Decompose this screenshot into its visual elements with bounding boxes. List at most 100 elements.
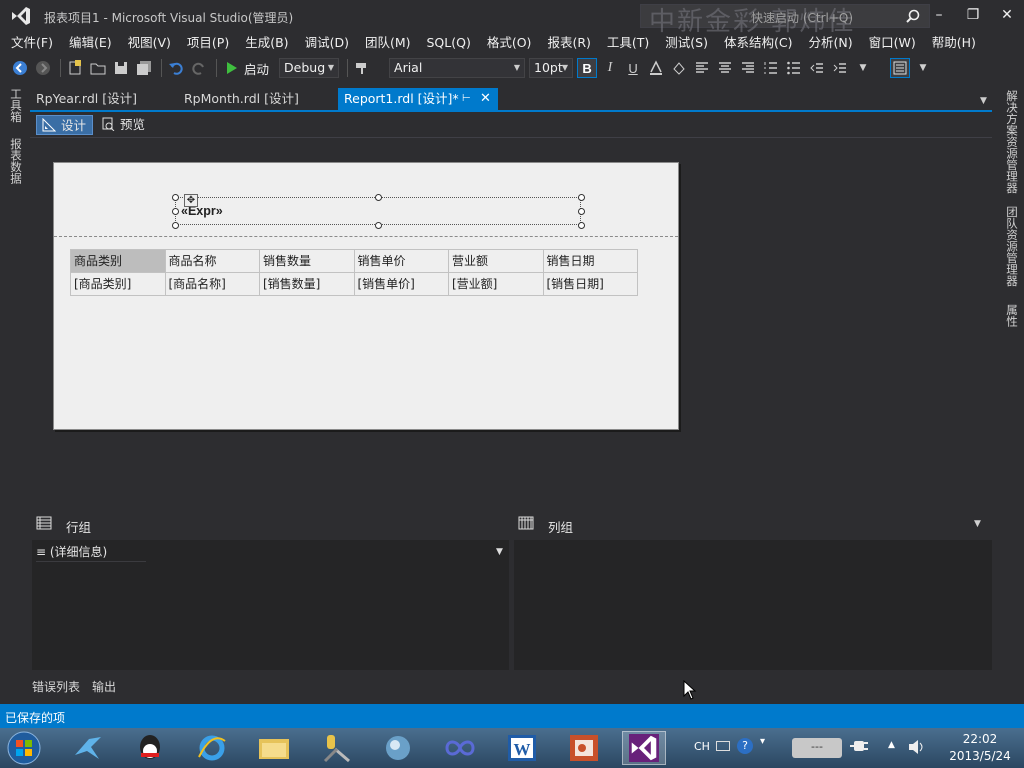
redo-icon[interactable] [189,58,209,78]
tab-report1[interactable]: Report1.rdl [设计]* ⊢ ✕ [338,88,498,110]
keyboard-icon[interactable] [716,741,730,751]
new-project-icon[interactable] [65,58,85,78]
menu-item[interactable]: 测试(S) [660,33,713,53]
format-painter-icon[interactable] [352,58,372,78]
table-field-cell[interactable]: [商品类别] [70,272,166,296]
solution-explorer-tab[interactable]: 解决方案资源管理器 [1004,90,1020,194]
start-button-icon[interactable] [2,731,46,765]
tab-rpmonth[interactable]: RpMonth.rdl [设计] [178,88,305,110]
menu-item[interactable]: 视图(V) [123,33,176,53]
menu-item[interactable]: 团队(M) [360,33,416,53]
toolbar-overflow-icon[interactable]: ▼ [853,58,873,78]
start-label[interactable]: 启动 [244,59,269,78]
input-language-indicator[interactable]: CH [694,740,710,753]
resize-handle[interactable] [578,208,585,215]
forward-icon[interactable] [33,58,53,78]
open-file-icon[interactable] [88,58,108,78]
solution-config-select[interactable]: Debug ▼ [279,58,340,78]
resize-handle[interactable] [578,194,585,201]
quick-launch-input[interactable]: 中新金彩 郭炜佳 快速启动 (Ctrl+Q) [640,4,930,37]
infinity-app-icon[interactable] [438,731,482,765]
table-header-cell[interactable]: 销售单价 [353,249,449,273]
menu-item[interactable]: 体系结构(C) [719,33,797,53]
menu-item[interactable]: SQL(Q) [422,33,476,53]
table-header-cell[interactable]: 销售数量 [259,249,355,273]
back-icon[interactable] [10,58,30,78]
output-tab[interactable]: 输出 [92,678,116,695]
font-name-select[interactable]: Arial ▼ [389,58,526,78]
header-textbox[interactable]: «Expr» ✥ [172,194,585,229]
media-center-icon[interactable] [376,731,420,765]
menu-item[interactable]: 工具(T) [602,33,654,53]
search-icon[interactable] [906,9,920,23]
table-header-cell[interactable]: 销售日期 [542,249,638,273]
restore-button[interactable]: ❐ [962,5,984,25]
table-header-cell[interactable]: 营业额 [448,249,544,273]
bold-button[interactable]: B [577,58,598,78]
decrease-indent-icon[interactable] [807,58,827,78]
table-header-cell[interactable]: 商品类别 [70,249,166,273]
properties-tab[interactable]: 属性 [1004,304,1020,327]
save-icon[interactable] [111,58,131,78]
bird-app-icon[interactable] [66,731,110,765]
italic-button[interactable]: I [600,58,620,78]
resize-handle[interactable] [172,208,179,215]
table-header-cell[interactable]: 商品名称 [164,249,260,273]
pin-icon[interactable]: ⊢ [462,88,471,110]
menu-item[interactable]: 生成(B) [240,33,293,53]
background-color-icon[interactable] [669,58,689,78]
resize-handle[interactable] [172,194,179,201]
table-field-cell[interactable]: [销售数量] [259,272,355,296]
start-debug-icon[interactable] [221,58,241,78]
save-all-icon[interactable] [134,58,154,78]
tray-options-icon[interactable]: ▾ [760,736,765,747]
volume-icon[interactable] [908,739,926,755]
resize-handle[interactable] [172,222,179,229]
chevron-down-icon[interactable]: ▼ [974,519,981,529]
menu-item[interactable]: 窗口(W) [864,33,921,53]
tab-rpyear[interactable]: RpYear.rdl [设计] [30,88,143,110]
tray-app-widget[interactable]: --- [792,738,842,758]
qq-icon[interactable] [128,731,172,765]
table-field-cell[interactable]: [销售日期] [542,272,638,296]
underline-button[interactable]: U [623,58,643,78]
menu-item[interactable]: 报表(R) [542,33,595,53]
table-field-cell[interactable]: [营业额] [448,272,544,296]
word-icon[interactable]: W [500,731,544,765]
numbered-list-icon[interactable] [761,58,781,78]
resize-handle[interactable] [578,222,585,229]
close-icon[interactable]: ✕ [480,88,491,110]
menu-item[interactable]: 项目(P) [182,33,234,53]
power-plug-icon[interactable] [850,739,868,753]
report-data-tab[interactable]: 报表数据 [8,138,24,184]
report-canvas[interactable]: «Expr» ✥ 商品类别 商品名称 销售数量 销售单价 营业额 销售日期 [商… [53,162,679,430]
font-size-select[interactable]: 10pt ▼ [529,58,574,78]
show-hidden-icons-icon[interactable]: ▲ [888,740,895,750]
align-center-icon[interactable] [715,58,735,78]
menu-item[interactable]: 编辑(E) [64,33,117,53]
resize-handle[interactable] [375,222,382,229]
undo-icon[interactable] [166,58,186,78]
chevron-down-icon[interactable]: ▼ [980,96,987,106]
menu-item[interactable]: 格式(O) [482,33,537,53]
file-explorer-icon[interactable] [252,731,296,765]
bullet-list-icon[interactable] [784,58,804,78]
minimize-button[interactable]: – [928,5,950,25]
sql-server-tools-icon[interactable] [314,731,358,765]
report-tablix[interactable]: 商品类别 商品名称 销售数量 销售单价 营业额 销售日期 [商品类别] [商品名… [70,249,638,296]
move-handle-icon[interactable]: ✥ [184,194,198,207]
close-window-button[interactable]: ✕ [996,5,1018,25]
menu-item[interactable]: 帮助(H) [927,33,981,53]
table-field-cell[interactable]: [销售单价] [353,272,449,296]
menu-item[interactable]: 文件(F) [6,33,58,53]
chevron-down-icon[interactable]: ▼ [496,547,503,557]
design-view-button[interactable]: 设计 [36,115,94,135]
powerpoint-icon[interactable] [562,731,606,765]
system-clock[interactable]: 22:02 2013/5/24 [945,731,1015,765]
align-left-icon[interactable] [692,58,712,78]
preview-button[interactable]: 预览 [96,115,151,135]
increase-indent-icon[interactable] [830,58,850,78]
internet-explorer-icon[interactable] [190,731,234,765]
resize-handle[interactable] [375,194,382,201]
help-icon[interactable]: ? [737,738,753,754]
